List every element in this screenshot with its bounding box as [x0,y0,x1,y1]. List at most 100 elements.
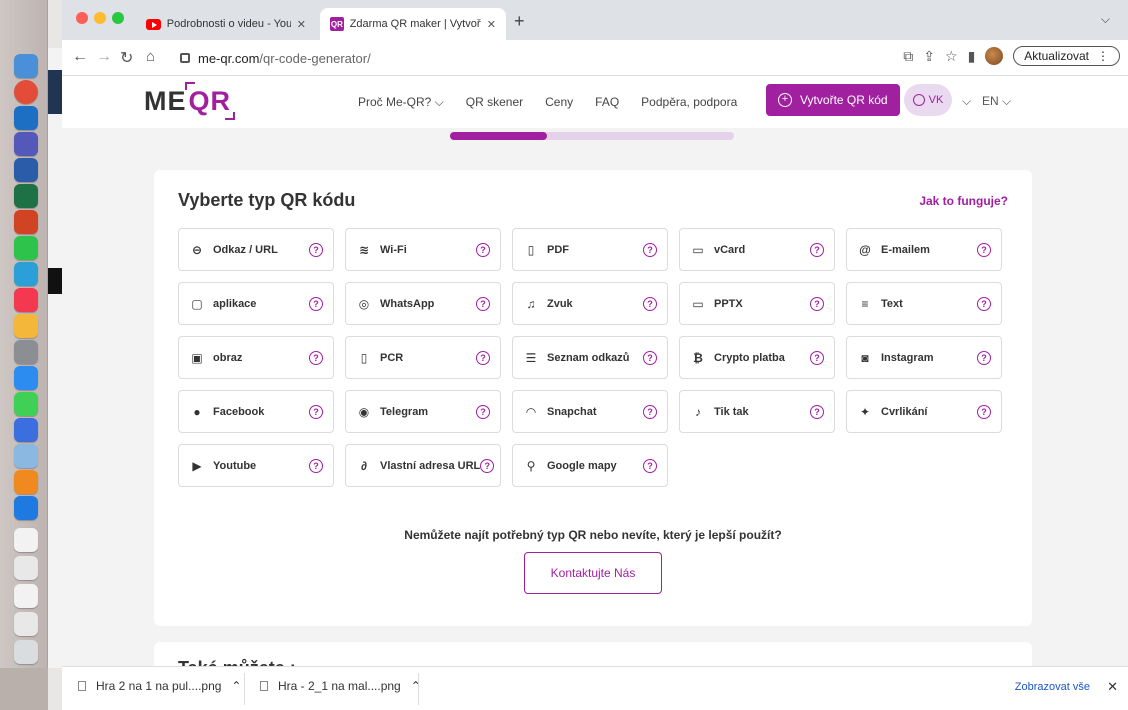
telegram-dock-icon[interactable] [14,262,38,286]
help-icon[interactable]: ? [643,296,657,311]
help-icon[interactable]: ? [476,404,490,419]
help-icon[interactable]: ? [480,458,495,473]
forward-icon[interactable]: → [96,48,112,66]
qr-type-tile[interactable]: ∂ Vlastní adresa URL? [345,444,501,487]
qr-type-tile[interactable]: ≡ Text? [846,282,1002,325]
maximize-window-icon[interactable] [112,12,124,24]
qr-type-tile[interactable]: ₿ Crypto platba? [679,336,835,379]
word-icon[interactable] [14,158,38,182]
help-icon[interactable]: ? [810,350,824,365]
chevron-up-icon[interactable]: ⌃ [231,679,241,693]
reload-icon[interactable]: ↻ [120,48,133,68]
qr-type-tile[interactable]: ▭ PPTX? [679,282,835,325]
profile-avatar[interactable] [985,47,1004,65]
help-icon[interactable]: ? [810,404,824,419]
star-icon[interactable] [14,418,38,442]
help-icon[interactable]: ? [977,350,991,365]
qr-type-tile[interactable]: ◙ Instagram? [846,336,1002,379]
help-icon[interactable]: ? [810,296,824,311]
file-icon[interactable] [14,528,38,552]
create-qr-button[interactable]: + Vytvořte QR kód [766,84,900,116]
help-icon[interactable]: ? [977,404,991,419]
appstore-icon[interactable] [14,366,38,390]
trash-icon[interactable] [14,640,38,664]
finder-icon[interactable] [14,54,38,78]
file-icon[interactable] [14,556,38,580]
help-icon[interactable]: ? [643,458,657,473]
qr-type-tile[interactable]: ▶ Youtube? [178,444,334,487]
powerpoint-icon[interactable] [14,210,38,234]
address-bar[interactable]: me-qr.com/qr-code-generator/ [180,46,1000,70]
teams-icon[interactable] [14,132,38,156]
qr-type-tile[interactable]: ♫ Zvuk? [512,282,668,325]
how-it-works-link[interactable]: Jak to funguje? [919,194,1008,208]
help-icon[interactable]: ? [643,242,657,257]
sidepanel-icon[interactable]: ▮ [968,48,976,65]
help-icon[interactable]: ? [309,404,323,419]
photos-icon[interactable] [14,314,38,338]
back-icon[interactable]: ← [72,48,88,66]
qr-type-tile[interactable]: ▯ PDF? [512,228,668,271]
translate-icon[interactable]: ⧉ [903,48,913,65]
bluetooth-icon[interactable] [14,496,38,520]
chevron-up-icon[interactable]: ⌃ [411,679,421,693]
help-icon[interactable]: ? [643,350,657,365]
preview-icon[interactable] [14,444,38,468]
qr-type-tile[interactable]: ◎ WhatsApp? [345,282,501,325]
help-icon[interactable]: ? [977,296,991,311]
show-all-downloads-link[interactable]: Zobrazovat vše [1015,681,1090,693]
qr-type-tile[interactable]: ⊖ Odkaz / URL? [178,228,334,271]
help-icon[interactable]: ? [309,296,323,311]
help-icon[interactable]: ? [476,296,490,311]
qr-type-tile[interactable]: @ E-mailem? [846,228,1002,271]
qr-type-tile[interactable]: ✦ Cvrlikání? [846,390,1002,433]
tab-search-chevron-icon[interactable]: ⌵ [1101,12,1110,27]
download-item[interactable]: Hra 2 na 1 na pul....png ⌃ [78,679,241,693]
qr-type-tile[interactable]: ◉ Telegram? [345,390,501,433]
me-qr-logo[interactable]: MEQR [144,86,233,117]
close-tab-icon[interactable]: ✕ [297,18,306,31]
help-icon[interactable]: ? [476,242,490,257]
file-icon[interactable] [14,612,38,636]
minimize-window-icon[interactable] [94,12,106,24]
nav-faq[interactable]: FAQ [595,95,619,109]
help-icon[interactable]: ? [309,242,323,257]
qr-type-tile[interactable]: ⚲ Google mapy? [512,444,668,487]
user-menu[interactable]: VK [904,84,952,116]
help-icon[interactable]: ? [309,350,323,365]
home-icon[interactable]: ⌂ [146,48,155,65]
tab-me-qr[interactable]: QR Zdarma QR maker | Vytvořte QR ✕ [320,8,506,40]
language-selector[interactable]: EN ⌵ [982,94,1011,109]
help-icon[interactable]: ? [810,242,824,257]
share-icon[interactable]: ⇪ [923,48,935,65]
close-window-icon[interactable] [76,12,88,24]
tab-youtube[interactable]: Podrobnosti o videu - YouTube ✕ [136,8,316,40]
bookmark-star-icon[interactable]: ☆ [945,48,958,65]
vlc-icon[interactable] [14,470,38,494]
whatsapp-dock-icon[interactable] [14,236,38,260]
chrome-icon[interactable] [14,80,38,104]
qr-type-tile[interactable]: ▢ aplikace? [178,282,334,325]
music-dock-icon[interactable] [14,288,38,312]
close-tab-icon[interactable]: ✕ [487,18,496,31]
close-downloads-icon[interactable]: ✕ [1107,679,1118,695]
help-icon[interactable]: ? [643,404,657,419]
qr-type-tile[interactable]: ▭ vCard? [679,228,835,271]
outlook-icon[interactable] [14,106,38,130]
settings-icon[interactable] [14,340,38,364]
help-icon[interactable]: ? [309,458,323,473]
excel-icon[interactable] [14,184,38,208]
qr-type-tile[interactable]: ● Facebook? [178,390,334,433]
messages-icon[interactable] [14,392,38,416]
download-item[interactable]: Hra - 2_1 na mal....png ⌃ [260,679,421,693]
nav-qr-scanner[interactable]: QR skener [466,95,523,109]
nav-why-meqr[interactable]: Proč Me-QR? ⌵ [358,95,444,110]
qr-type-tile[interactable]: ☰ Seznam odkazů? [512,336,668,379]
new-tab-button[interactable]: + [514,11,525,32]
qr-type-tile[interactable]: ▯ PCR? [345,336,501,379]
qr-type-tile[interactable]: ◠ Snapchat? [512,390,668,433]
file-icon[interactable] [14,584,38,608]
help-icon[interactable]: ? [977,242,991,257]
update-button[interactable]: Aktualizovat ⋮ [1013,46,1120,66]
qr-type-tile[interactable]: ≋ Wi-Fi? [345,228,501,271]
